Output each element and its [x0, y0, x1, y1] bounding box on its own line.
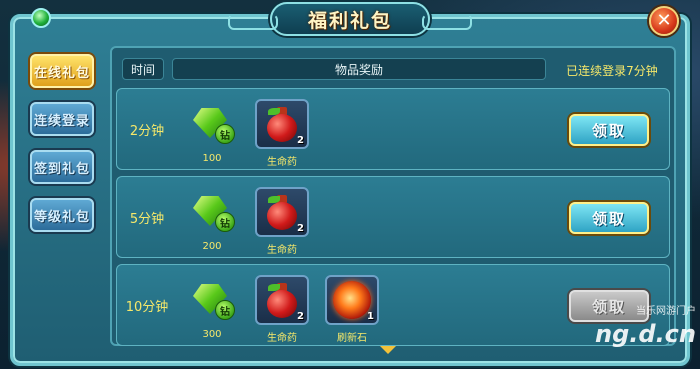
tab-label: 连续登录	[33, 113, 90, 129]
reward-item[interactable]: 2 生命药	[255, 275, 309, 345]
close-icon: ✕	[656, 10, 672, 31]
claim-button[interactable]: 领取	[569, 202, 649, 234]
row-time: 2分钟	[129, 123, 165, 139]
item-slot: 钻	[185, 99, 239, 149]
diamond-icon: 钻	[189, 192, 235, 232]
potion-icon	[265, 104, 299, 144]
header-reward: 物品奖励	[172, 58, 546, 80]
item-quantity: 2	[297, 311, 304, 322]
item-quantity: 2	[297, 223, 304, 234]
item-label: 刷新石	[337, 333, 367, 344]
item-slot: 钻	[185, 275, 239, 325]
scroll-down-icon[interactable]	[380, 346, 396, 354]
login-status: 已连续登录7分钟	[566, 64, 658, 78]
reward-item[interactable]: 2 生命药	[255, 99, 309, 169]
reward-row: 2分钟 钻 100 2 生命药 领取	[116, 88, 670, 170]
diamond-badge: 钻	[215, 212, 235, 232]
reward-item[interactable]: 钻 300	[185, 275, 239, 345]
item-quantity: 2	[297, 135, 304, 146]
potion-body	[267, 290, 297, 318]
watermark: 当乐网游门户 ng.d.cn	[592, 302, 696, 366]
item-label: 生命药	[267, 333, 297, 344]
tab-consecutive-login[interactable]: 连续登录	[30, 102, 94, 136]
claim-button[interactable]: 领取	[569, 114, 649, 146]
tab-signin-gift[interactable]: 签到礼包	[30, 150, 94, 184]
tab-label: 签到礼包	[33, 161, 90, 177]
item-label: 100	[202, 153, 222, 164]
tab-label: 在线礼包	[33, 65, 90, 81]
item-slot: 1	[325, 275, 379, 325]
potion-icon	[265, 280, 299, 320]
diamond-icon: 钻	[189, 280, 235, 320]
dialog-title: 福利礼包	[307, 9, 392, 32]
item-slot: 钻	[185, 187, 239, 237]
watermark-text: 当乐网游门户	[636, 306, 696, 317]
item-slot: 2	[255, 187, 309, 237]
title-banner: 福利礼包	[228, 2, 472, 36]
row-time: 10分钟	[125, 299, 169, 315]
close-button[interactable]: ✕	[649, 6, 679, 36]
reward-item[interactable]: 1 刷新石	[325, 275, 379, 345]
reward-item[interactable]: 钻 200	[185, 187, 239, 257]
refresh-stone-icon	[333, 281, 371, 319]
reward-item[interactable]: 钻 100	[185, 99, 239, 169]
reward-row: 5分钟 钻 200 2 生命药 领取	[116, 176, 670, 258]
reward-item[interactable]: 2 生命药	[255, 187, 309, 257]
item-slot: 2	[255, 99, 309, 149]
potion-body	[267, 114, 297, 142]
tab-online-gift[interactable]: 在线礼包	[30, 54, 94, 88]
potion-body	[267, 202, 297, 230]
potion-icon	[265, 192, 299, 232]
reward-row: 10分钟 钻 300 2 生命药 1 刷新石 领取	[116, 264, 670, 346]
gem-icon	[31, 8, 51, 28]
diamond-badge: 钻	[215, 124, 235, 144]
item-label: 300	[202, 329, 222, 340]
item-label: 生命药	[267, 157, 297, 168]
tab-label: 等级礼包	[33, 209, 90, 225]
watermark-domain: ng.d.cn	[595, 320, 696, 348]
diamond-icon: 钻	[189, 104, 235, 144]
item-slot: 2	[255, 275, 309, 325]
item-quantity: 1	[367, 311, 374, 322]
row-time: 5分钟	[129, 211, 165, 227]
item-label: 200	[202, 241, 222, 252]
item-label: 生命药	[267, 245, 297, 256]
tab-level-gift[interactable]: 等级礼包	[30, 198, 94, 232]
header-time: 时间	[122, 58, 164, 80]
diamond-badge: 钻	[215, 300, 235, 320]
